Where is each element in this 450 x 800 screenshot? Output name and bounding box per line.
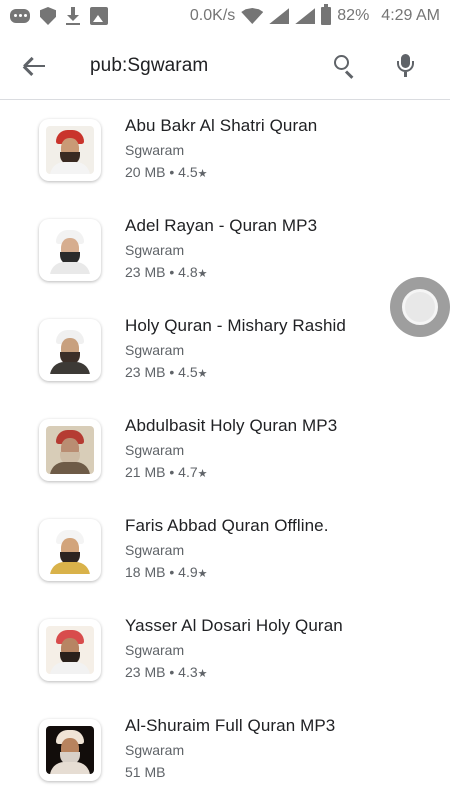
app-title: Al-Shuraim Full Quran MP3 [125,716,336,735]
app-developer: Sgwaram [125,442,185,458]
microphone-icon[interactable] [392,52,420,80]
app-title: Abu Bakr Al Shatri Quran [125,116,318,135]
app-icon [39,219,101,281]
list-item[interactable]: Al-Shuraim Full Quran MP3 Sgwaram 51 MB [0,701,450,800]
app-meta: 21 MB • 4.7★ [125,464,208,480]
search-icon[interactable] [331,52,359,80]
battery-icon [321,4,332,25]
search-bar: pub:Sgwaram [0,32,450,100]
signal-icon [295,8,316,24]
app-meta: 51 MB [125,764,165,780]
app-icon [39,719,101,781]
star-icon: ★ [197,668,208,680]
app-developer: Sgwaram [125,542,185,558]
back-arrow-icon[interactable] [21,52,49,80]
app-title: Faris Abbad Quran Offline. [125,516,329,535]
app-size: 23 MB [125,664,166,680]
wifi-icon [241,8,264,24]
app-developer: Sgwaram [125,142,185,158]
app-rating: 4.3 [178,664,198,680]
list-item[interactable]: Abdulbasit Holy Quran MP3 Sgwaram 21 MB … [0,401,450,501]
list-item[interactable]: Abu Bakr Al Shatri Quran Sgwaram 20 MB •… [0,101,450,201]
app-developer: Sgwaram [125,642,185,658]
app-rating: 4.7 [178,464,198,480]
notification-icons [10,7,108,25]
app-rating: 4.5 [178,164,198,180]
clock: 4:29 AM [381,7,440,24]
app-rating: 4.5 [178,364,198,380]
assistive-touch-button[interactable] [390,277,450,337]
network-speed: 0.0K/s [189,7,236,24]
app-icon [39,419,101,481]
reciter-portrait-icon [46,326,94,374]
star-icon: ★ [197,368,208,380]
list-item[interactable]: Adel Rayan - Quran MP3 Sgwaram 23 MB • 4… [0,201,450,301]
app-developer: Sgwaram [125,242,185,258]
app-size: 20 MB [125,164,166,180]
app-meta: 23 MB • 4.3★ [125,664,208,680]
reciter-portrait-icon [46,226,94,274]
star-icon: ★ [197,268,208,280]
status-bar: 0.0K/s 82% 4:29 AM [0,0,450,32]
list-item[interactable]: Holy Quran - Mishary Rashid Sgwaram 23 M… [0,301,450,401]
app-title: Holy Quran - Mishary Rashid [125,316,346,335]
reciter-portrait-icon [46,526,94,574]
app-size: 51 MB [125,764,166,780]
system-icons: 0.0K/s 82% 4:29 AM [189,4,440,25]
app-size: 23 MB [125,364,166,380]
star-icon: ★ [197,568,208,580]
app-title: Adel Rayan - Quran MP3 [125,216,318,235]
app-size: 23 MB [125,264,166,280]
list-item[interactable]: Faris Abbad Quran Offline. Sgwaram 18 MB… [0,501,450,601]
image-icon [90,7,108,25]
reciter-portrait-icon [46,726,94,774]
download-icon [66,7,80,25]
app-meta: 20 MB • 4.5★ [125,164,208,180]
assistive-touch-icon [402,289,438,325]
app-size: 18 MB [125,564,166,580]
star-icon: ★ [197,168,208,180]
app-developer: Sgwaram [125,342,185,358]
message-icon [10,9,30,23]
list-item[interactable]: Yasser Al Dosari Holy Quran Sgwaram 23 M… [0,601,450,701]
app-meta: 23 MB • 4.5★ [125,364,208,380]
app-rating: 4.8 [178,264,198,280]
app-title: Yasser Al Dosari Holy Quran [125,616,343,635]
reciter-portrait-icon [46,126,94,174]
battery-level: 82% [337,7,370,24]
app-icon [39,119,101,181]
app-rating: 4.9 [178,564,198,580]
star-icon: ★ [197,468,208,480]
shield-icon [40,7,56,25]
app-icon [39,519,101,581]
app-title: Abdulbasit Holy Quran MP3 [125,416,338,435]
app-size: 21 MB [125,464,166,480]
app-meta: 23 MB • 4.8★ [125,264,208,280]
reciter-portrait-icon [46,626,94,674]
app-icon [39,319,101,381]
app-developer: Sgwaram [125,742,185,758]
app-icon [39,619,101,681]
reciter-portrait-icon [46,426,94,474]
signal-icon [269,8,290,24]
search-query[interactable]: pub:Sgwaram [90,55,208,77]
app-meta: 18 MB • 4.9★ [125,564,208,580]
